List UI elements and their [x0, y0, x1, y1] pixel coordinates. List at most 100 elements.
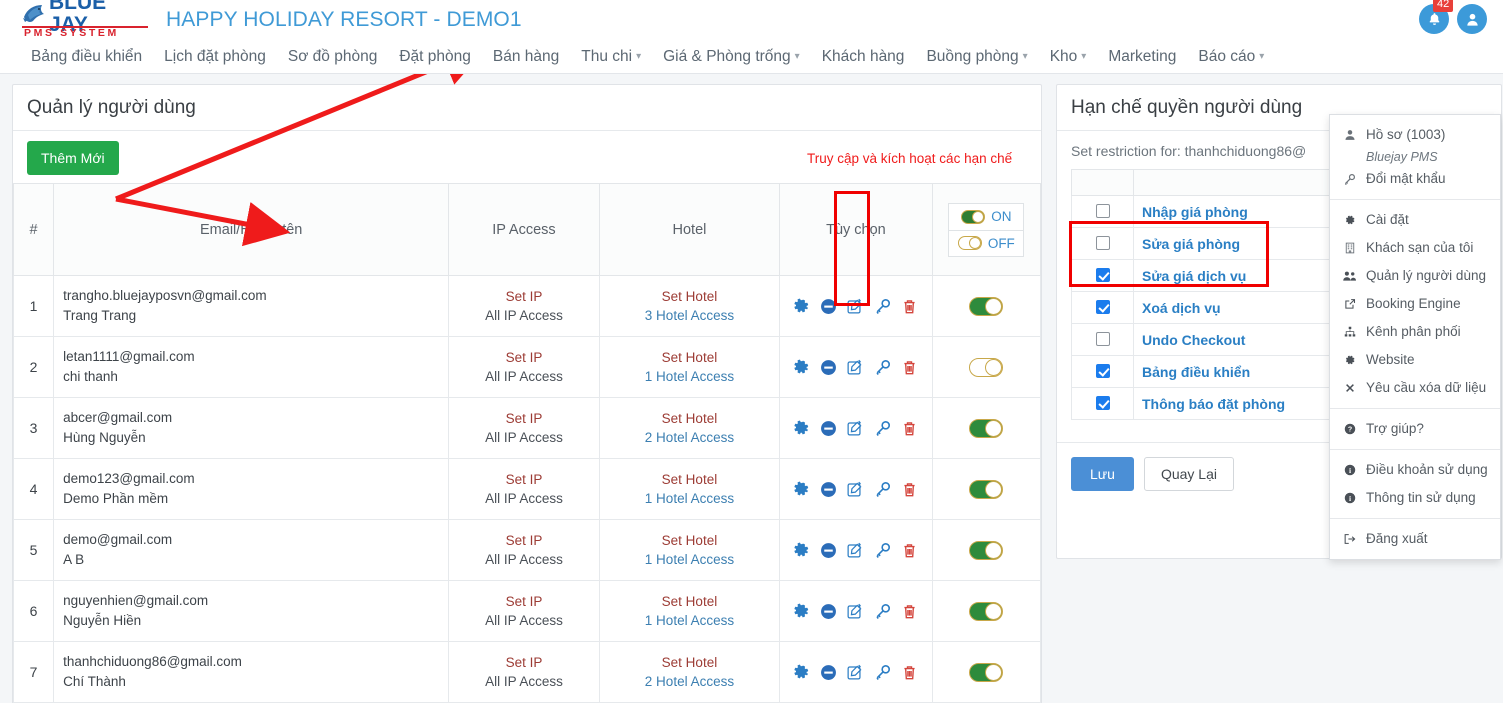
hotel-access-link[interactable]: 1 Hotel Access: [601, 489, 779, 508]
restriction-checkbox[interactable]: [1095, 364, 1110, 379]
hotel-access-link[interactable]: 2 Hotel Access: [601, 428, 779, 447]
back-button[interactable]: Quay Lại: [1143, 457, 1234, 491]
dropdown-item-question-circle[interactable]: ? Trợ giúp?: [1330, 415, 1500, 443]
key-icon[interactable]: [874, 419, 892, 437]
status-toggle[interactable]: [969, 479, 1004, 499]
save-button[interactable]: Lưu: [1071, 457, 1134, 491]
key-icon[interactable]: [874, 297, 892, 315]
hotel-access-link[interactable]: 2 Hotel Access: [601, 672, 779, 691]
notifications-button[interactable]: 42: [1419, 0, 1454, 34]
status-toggle[interactable]: [969, 601, 1004, 621]
edit-icon[interactable]: [847, 419, 865, 437]
gear-icon[interactable]: [793, 480, 811, 498]
block-icon[interactable]: [820, 602, 838, 620]
app-logo[interactable]: BLUE JAY PMS SYSTEM: [22, 0, 150, 39]
trash-icon[interactable]: [901, 480, 919, 498]
gear-icon[interactable]: [793, 541, 811, 559]
dropdown-item-info-circle[interactable]: i Điều khoản sử dụng: [1330, 456, 1500, 484]
nav-item-4[interactable]: Bán hàng: [482, 48, 570, 66]
block-icon[interactable]: [820, 480, 838, 498]
set-hotel-link[interactable]: Set Hotel: [601, 653, 779, 672]
trash-icon[interactable]: [901, 541, 919, 559]
restriction-checkbox[interactable]: [1095, 268, 1110, 283]
gear-icon[interactable]: [793, 602, 811, 620]
gear-icon[interactable]: [793, 663, 811, 681]
nav-item-9[interactable]: Kho ▾: [1039, 48, 1098, 66]
hotel-access-link[interactable]: 1 Hotel Access: [601, 367, 779, 386]
dropdown-item-user[interactable]: Hồ sơ (1003): [1330, 121, 1500, 149]
edit-icon[interactable]: [847, 602, 865, 620]
restriction-checkbox[interactable]: [1095, 204, 1110, 219]
set-ip-link[interactable]: Set IP: [450, 348, 597, 367]
block-icon[interactable]: [820, 663, 838, 681]
hotel-access-link[interactable]: 1 Hotel Access: [601, 611, 779, 630]
edit-icon[interactable]: [847, 663, 865, 681]
status-toggle[interactable]: [969, 296, 1004, 316]
set-ip-link[interactable]: Set IP: [450, 470, 597, 489]
set-ip-link[interactable]: Set IP: [450, 531, 597, 550]
nav-item-7[interactable]: Khách hàng: [811, 48, 916, 66]
trash-icon[interactable]: [901, 297, 919, 315]
dropdown-item-sitemap[interactable]: Kênh phân phối: [1330, 318, 1500, 346]
restriction-checkbox[interactable]: [1095, 396, 1110, 411]
nav-item-1[interactable]: Lịch đặt phòng: [153, 48, 277, 66]
key-icon[interactable]: [874, 602, 892, 620]
nav-item-3[interactable]: Đặt phòng: [388, 48, 482, 66]
edit-icon[interactable]: [847, 541, 865, 559]
dropdown-item-gear[interactable]: Cài đặt: [1330, 206, 1500, 234]
status-toggle[interactable]: [969, 540, 1004, 560]
trash-icon[interactable]: [901, 419, 919, 437]
user-avatar-button[interactable]: [1457, 4, 1487, 34]
nav-item-5[interactable]: Thu chi ▾: [570, 48, 652, 66]
block-icon[interactable]: [820, 358, 838, 376]
key-icon[interactable]: [874, 480, 892, 498]
set-hotel-link[interactable]: Set Hotel: [601, 348, 779, 367]
nav-item-0[interactable]: Bảng điều khiển: [20, 48, 153, 66]
dropdown-item-external-link[interactable]: Booking Engine: [1330, 290, 1500, 318]
edit-icon[interactable]: [847, 297, 865, 315]
set-hotel-link[interactable]: Set Hotel: [601, 592, 779, 611]
key-icon[interactable]: [874, 358, 892, 376]
status-toggle[interactable]: [969, 418, 1004, 438]
set-ip-link[interactable]: Set IP: [450, 409, 597, 428]
gear-icon[interactable]: [793, 297, 811, 315]
block-icon[interactable]: [820, 419, 838, 437]
restriction-checkbox[interactable]: [1095, 332, 1110, 347]
dropdown-item-building[interactable]: Khách sạn của tôi: [1330, 234, 1500, 262]
trash-icon[interactable]: [901, 358, 919, 376]
nav-item-6[interactable]: Giá & Phòng trống ▾: [652, 48, 811, 66]
dropdown-item-gear[interactable]: Website: [1330, 346, 1500, 374]
edit-icon[interactable]: [847, 480, 865, 498]
hotel-access-link[interactable]: 3 Hotel Access: [601, 306, 779, 325]
set-hotel-link[interactable]: Set Hotel: [601, 470, 779, 489]
set-ip-link[interactable]: Set IP: [450, 592, 597, 611]
set-hotel-link[interactable]: Set Hotel: [601, 531, 779, 550]
trash-icon[interactable]: [901, 602, 919, 620]
block-icon[interactable]: [820, 541, 838, 559]
status-toggle[interactable]: [969, 662, 1004, 682]
restriction-checkbox[interactable]: [1095, 236, 1110, 251]
gear-icon[interactable]: [793, 358, 811, 376]
nav-item-2[interactable]: Sơ đồ phòng: [277, 48, 388, 66]
dropdown-item-times[interactable]: Yêu cầu xóa dữ liệu: [1330, 374, 1500, 402]
set-ip-link[interactable]: Set IP: [450, 287, 597, 306]
trash-icon[interactable]: [901, 663, 919, 681]
add-new-button[interactable]: Thêm Mới: [27, 141, 119, 175]
nav-item-11[interactable]: Báo cáo ▾: [1187, 48, 1275, 66]
block-icon[interactable]: [820, 297, 838, 315]
edit-icon[interactable]: [847, 358, 865, 376]
status-toggle[interactable]: [969, 357, 1004, 377]
set-ip-link[interactable]: Set IP: [450, 653, 597, 672]
restriction-checkbox[interactable]: [1095, 300, 1110, 315]
set-hotel-link[interactable]: Set Hotel: [601, 409, 779, 428]
gear-icon[interactable]: [793, 419, 811, 437]
key-icon[interactable]: [874, 541, 892, 559]
hotel-access-link[interactable]: 1 Hotel Access: [601, 550, 779, 569]
dropdown-item-key[interactable]: Đổi mật khẩu: [1330, 165, 1500, 193]
dropdown-item-sign-out[interactable]: Đăng xuất: [1330, 525, 1500, 553]
nav-item-10[interactable]: Marketing: [1097, 48, 1187, 66]
nav-item-8[interactable]: Buồng phòng ▾: [915, 48, 1038, 66]
key-icon[interactable]: [874, 663, 892, 681]
dropdown-item-users[interactable]: Quản lý người dùng: [1330, 262, 1500, 290]
dropdown-item-info-circle[interactable]: i Thông tin sử dụng: [1330, 484, 1500, 512]
